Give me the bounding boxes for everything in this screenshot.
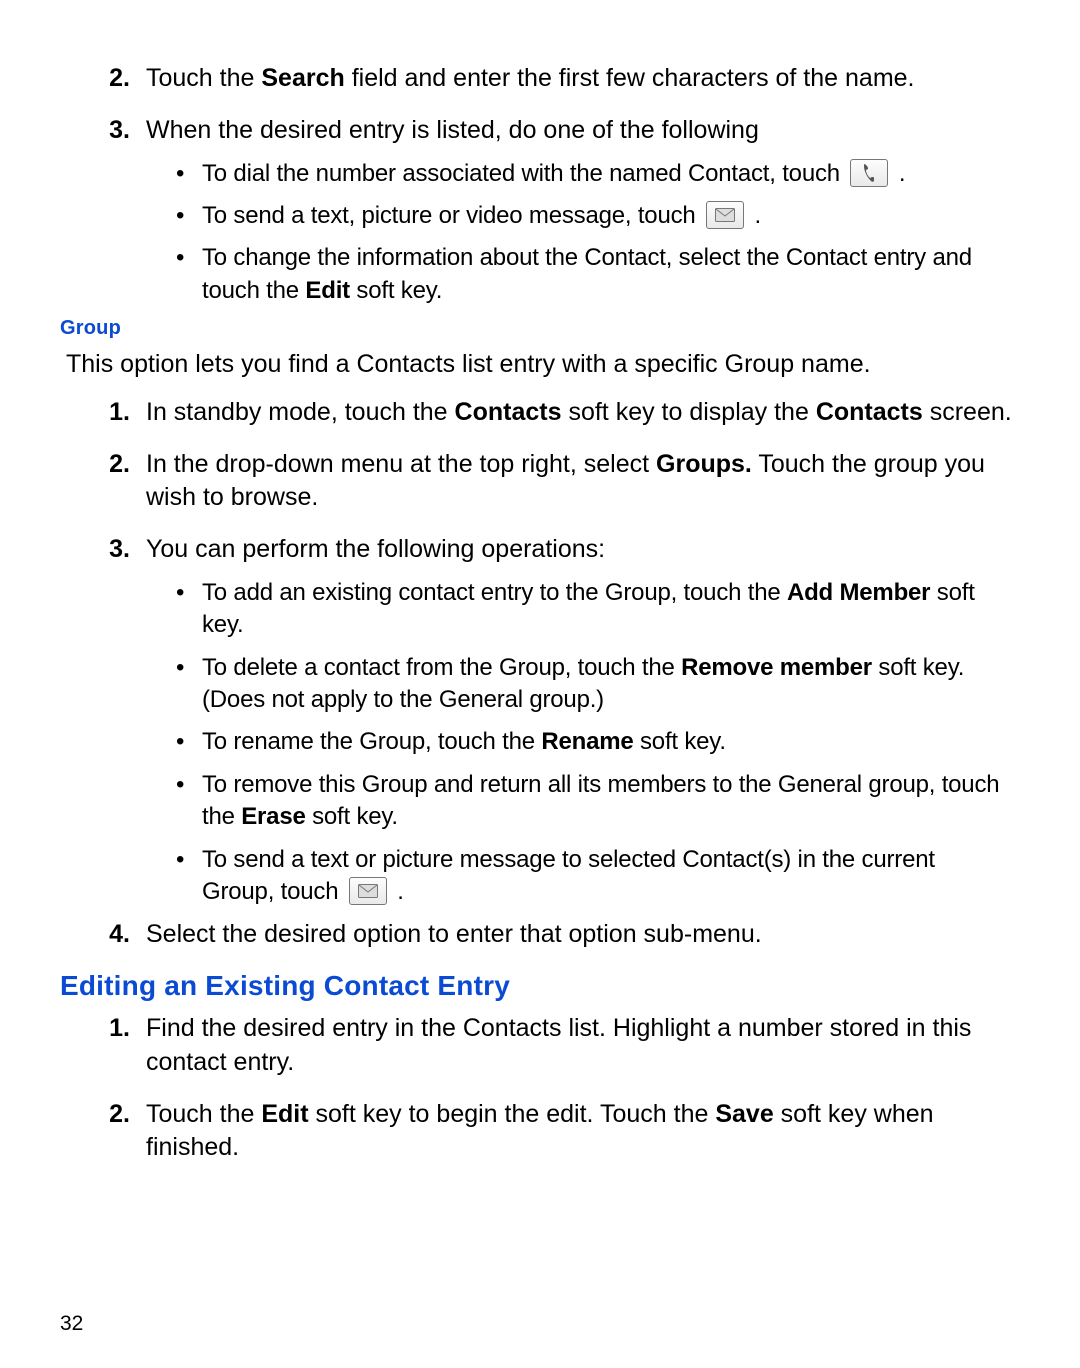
step-body: In the drop-down menu at the top right, … xyxy=(146,448,1020,516)
bold: Rename xyxy=(541,728,633,755)
step-number: 4. xyxy=(60,918,146,952)
step-body: Find the desired entry in the Contacts l… xyxy=(146,1012,1020,1080)
step-body: In standby mode, touch the Contacts soft… xyxy=(146,396,1020,430)
text: soft key. xyxy=(350,277,442,304)
step-body: You can perform the following operations… xyxy=(146,533,1020,567)
bold: Contacts xyxy=(455,398,562,426)
bold: Contacts xyxy=(816,398,923,426)
text: To send a text, picture or video message… xyxy=(202,202,702,229)
list-item: To add an existing contact entry to the … xyxy=(176,577,1000,642)
text: soft key to begin the edit. Touch the xyxy=(309,1100,716,1128)
step-number: 3. xyxy=(60,114,146,148)
step-number: 3. xyxy=(60,533,146,567)
step-body: When the desired entry is listed, do one… xyxy=(146,114,1020,148)
step-number: 1. xyxy=(60,1012,146,1046)
step-number: 2. xyxy=(60,448,146,482)
list-item: To dial the number associated with the n… xyxy=(176,158,1000,190)
phone-icon xyxy=(850,159,888,187)
text: To send a text or picture message to sel… xyxy=(202,846,935,905)
step-number: 1. xyxy=(60,396,146,430)
step-number: 2. xyxy=(60,62,146,96)
step-body: Select the desired option to enter that … xyxy=(146,918,1020,952)
bold: Search xyxy=(261,64,344,92)
text: soft key to display the xyxy=(562,398,816,426)
bold: Groups. xyxy=(656,450,752,478)
step-a3: 3. When the desired entry is listed, do … xyxy=(60,114,1020,148)
envelope-icon xyxy=(706,201,744,229)
step-g4: 4. Select the desired option to enter th… xyxy=(60,918,1020,952)
text: To delete a contact from the Group, touc… xyxy=(202,654,681,681)
bold: Remove member xyxy=(681,654,872,681)
text: soft key. xyxy=(306,803,398,830)
list-item: To remove this Group and return all its … xyxy=(176,769,1000,834)
manual-page: 2. Touch the Search field and enter the … xyxy=(0,0,1080,1368)
step-g1: 1. In standby mode, touch the Contacts s… xyxy=(60,396,1020,430)
text: Touch the xyxy=(146,64,261,92)
page-number: 32 xyxy=(60,1312,83,1336)
bold: Edit xyxy=(261,1100,308,1128)
bold: Edit xyxy=(305,277,350,304)
heading-group: Group xyxy=(60,317,1020,340)
text: . xyxy=(397,878,403,905)
heading-editing: Editing an Existing Contact Entry xyxy=(60,970,1020,1002)
bold: Erase xyxy=(241,803,305,830)
step-body: Touch the Search field and enter the fir… xyxy=(146,62,1020,96)
step-number: 2. xyxy=(60,1098,146,1132)
bold: Add Member xyxy=(787,579,930,606)
text: soft key. xyxy=(634,728,726,755)
step-a2: 2. Touch the Search field and enter the … xyxy=(60,62,1020,96)
list-item: To rename the Group, touch the Rename so… xyxy=(176,726,1000,758)
text: To add an existing contact entry to the … xyxy=(202,579,787,606)
text: In the drop-down menu at the top right, … xyxy=(146,450,656,478)
step-g3: 3. You can perform the following operati… xyxy=(60,533,1020,567)
list-item: To change the information about the Cont… xyxy=(176,242,1000,307)
list-item: To send a text, picture or video message… xyxy=(176,200,1000,232)
text: In standby mode, touch the xyxy=(146,398,455,426)
text: Touch the xyxy=(146,1100,261,1128)
step-e2: 2. Touch the Edit soft key to begin the … xyxy=(60,1098,1020,1166)
list-item: To send a text or picture message to sel… xyxy=(176,844,1000,909)
text: screen. xyxy=(923,398,1012,426)
bold: Save xyxy=(715,1100,773,1128)
text: . xyxy=(754,202,760,229)
list-item: To delete a contact from the Group, touc… xyxy=(176,652,1000,717)
envelope-icon xyxy=(349,877,387,905)
paragraph: This option lets you find a Contacts lis… xyxy=(66,348,1020,382)
step-body: Touch the Edit soft key to begin the edi… xyxy=(146,1098,1020,1166)
text: . xyxy=(899,160,905,187)
text: To dial the number associated with the n… xyxy=(202,160,846,187)
step-e1: 1. Find the desired entry in the Contact… xyxy=(60,1012,1020,1080)
text: field and enter the first few characters… xyxy=(345,64,915,92)
bullet-list: To add an existing contact entry to the … xyxy=(176,577,1000,909)
text: To rename the Group, touch the xyxy=(202,728,541,755)
bullet-list: To dial the number associated with the n… xyxy=(176,158,1000,308)
step-g2: 2. In the drop-down menu at the top righ… xyxy=(60,448,1020,516)
